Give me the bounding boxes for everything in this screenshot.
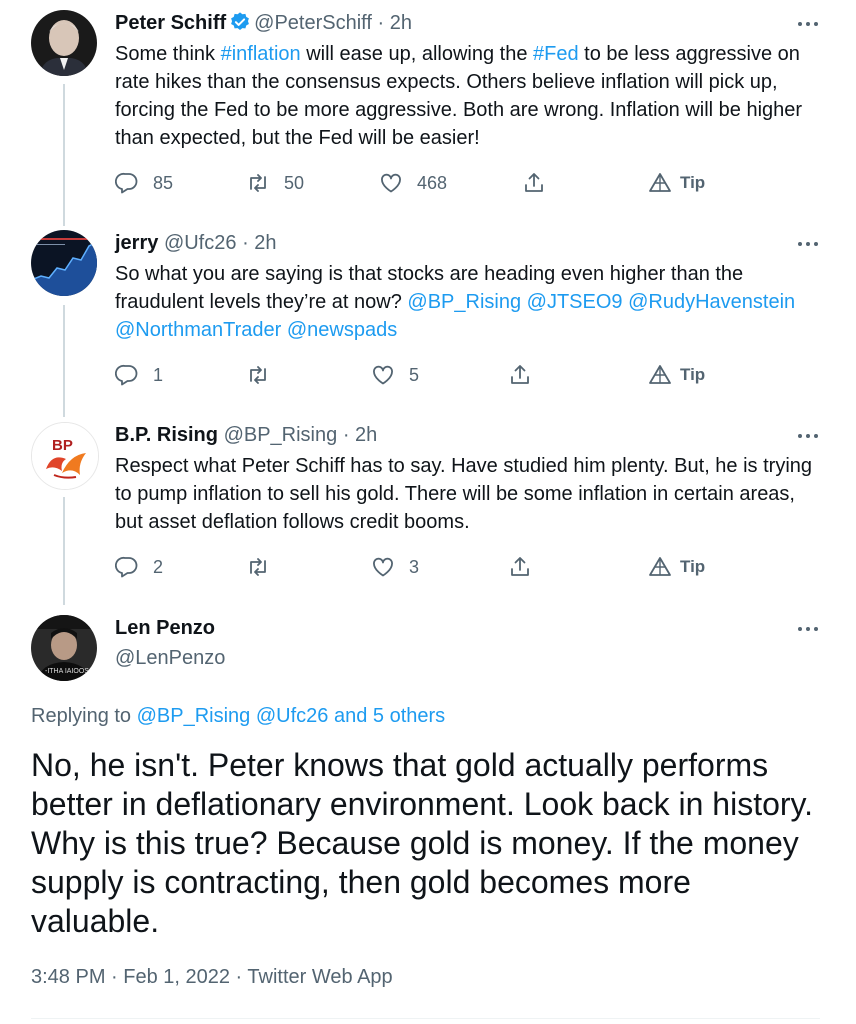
tip-label: Tip	[680, 173, 706, 192]
avatar-text: BP	[52, 437, 73, 454]
like-icon	[373, 557, 393, 577]
main-tweet: -ITHA IAIOOS Len Penzo @LenPenzo	[0, 615, 856, 685]
more-icon[interactable]	[796, 426, 820, 446]
retweet-icon	[250, 366, 266, 384]
tweet-peter-schiff[interactable]: Peter Schiff @PeterSchiff · 2h Some think…	[0, 10, 856, 210]
main-tweet-text: No, he isn't. Peter knows that gold actu…	[31, 747, 814, 939]
tip-button[interactable]: Tip	[648, 552, 705, 582]
tip-icon	[649, 365, 671, 384]
action-bar: 2 3 Tip	[115, 552, 835, 582]
text-segment: Some think	[115, 43, 221, 65]
tweet-text: Some think #inflation will ease up, allo…	[115, 40, 815, 152]
reply-button[interactable]: 85	[115, 168, 173, 198]
reply-button[interactable]: 1	[115, 360, 163, 390]
like-button[interactable]: 5	[371, 360, 419, 390]
separator: ·	[377, 12, 385, 34]
more-icon[interactable]	[796, 619, 820, 639]
avatar-text: -ITHA IAIOOS	[45, 668, 89, 675]
tweet-bp-rising[interactable]: BP B.P. Rising @BP_Rising · 2h Respect w…	[0, 422, 856, 592]
retweet-icon	[250, 174, 266, 192]
author-handle[interactable]: @PeterSchiff	[254, 12, 372, 34]
share-button[interactable]	[522, 168, 546, 198]
reply-count: 1	[153, 364, 164, 385]
reply-count: 2	[153, 556, 164, 577]
reply-icon	[115, 172, 138, 194]
share-icon	[511, 365, 529, 384]
author-handle[interactable]: @BP_Rising	[224, 424, 338, 446]
tweet-text: Respect what Peter Schiff has to say. Ha…	[115, 455, 813, 533]
tweet-meta[interactable]: 3:48 PM · Feb 1, 2022 · Twitter Web App	[31, 964, 393, 990]
timestamp[interactable]: 2h	[254, 232, 276, 254]
share-button[interactable]	[508, 360, 532, 390]
reply-icon	[115, 556, 138, 578]
tip-button[interactable]: Tip	[648, 360, 705, 390]
like-button[interactable]: 468	[379, 168, 447, 198]
retweet-icon	[250, 558, 266, 576]
avatar[interactable]: -ITHA IAIOOS	[31, 615, 97, 681]
timestamp[interactable]: 2h	[355, 424, 377, 446]
retweet-count: 50	[284, 172, 305, 193]
like-button[interactable]: 3	[371, 552, 419, 582]
author-handle[interactable]: @Ufc26	[164, 232, 237, 254]
reply-icon	[115, 364, 138, 386]
tip-button[interactable]: Tip	[648, 168, 705, 198]
replying-to: Replying to @BP_Rising @Ufc26 and 5 othe…	[31, 703, 445, 729]
hashtag-link[interactable]: #Fed	[533, 43, 579, 65]
more-icon[interactable]	[796, 234, 820, 254]
separator: ·	[242, 232, 249, 254]
action-bar: 1 5 Tip	[115, 360, 835, 390]
retweet-button[interactable]	[246, 360, 284, 390]
hashtag-link[interactable]: #inflation	[221, 43, 301, 65]
like-count: 3	[409, 556, 420, 577]
tip-icon	[649, 173, 671, 192]
like-icon	[381, 173, 401, 193]
share-button[interactable]	[508, 552, 532, 582]
avatar[interactable]: BP	[31, 422, 99, 490]
tweet-jerry[interactable]: jerry @Ufc26 · 2h So what you are saying…	[0, 230, 856, 400]
verified-badge-icon	[229, 11, 251, 33]
author-name[interactable]: jerry	[115, 232, 158, 254]
separator: ·	[342, 424, 350, 446]
replying-prefix: Replying to	[31, 705, 137, 727]
action-bar: 85 50 468 Tip	[115, 168, 835, 198]
like-count: 5	[409, 364, 420, 385]
tip-label: Tip	[680, 365, 706, 384]
retweet-button[interactable]	[246, 552, 284, 582]
tweet-header: Peter Schiff @PeterSchiff · 2h	[115, 10, 412, 36]
reply-button[interactable]: 2	[115, 552, 163, 582]
like-count: 468	[417, 172, 448, 193]
tweet-header: B.P. Rising @BP_Rising · 2h	[115, 422, 377, 448]
text-segment: will ease up, allowing the	[300, 43, 534, 65]
tip-label: Tip	[680, 557, 706, 576]
share-icon	[511, 557, 529, 576]
avatar[interactable]	[31, 10, 97, 76]
divider	[31, 1018, 820, 1019]
author-name[interactable]: Peter Schiff	[115, 12, 226, 34]
like-icon	[373, 365, 393, 385]
tweet-header: jerry @Ufc26 · 2h	[115, 230, 277, 256]
timestamp[interactable]: 2h	[390, 12, 412, 34]
avatar[interactable]	[31, 230, 97, 296]
tweet-text: So what you are saying is that stocks ar…	[115, 260, 815, 344]
author-handle[interactable]: @LenPenzo	[115, 645, 225, 671]
more-icon[interactable]	[796, 14, 820, 34]
author-name[interactable]: Len Penzo	[115, 615, 215, 641]
replying-to-links[interactable]: @BP_Rising @Ufc26 and 5 others	[137, 705, 446, 727]
tip-icon	[649, 557, 671, 576]
share-icon	[525, 173, 543, 192]
reply-count: 85	[153, 172, 174, 193]
author-name[interactable]: B.P. Rising	[115, 424, 218, 446]
retweet-button[interactable]: 50	[246, 168, 304, 198]
